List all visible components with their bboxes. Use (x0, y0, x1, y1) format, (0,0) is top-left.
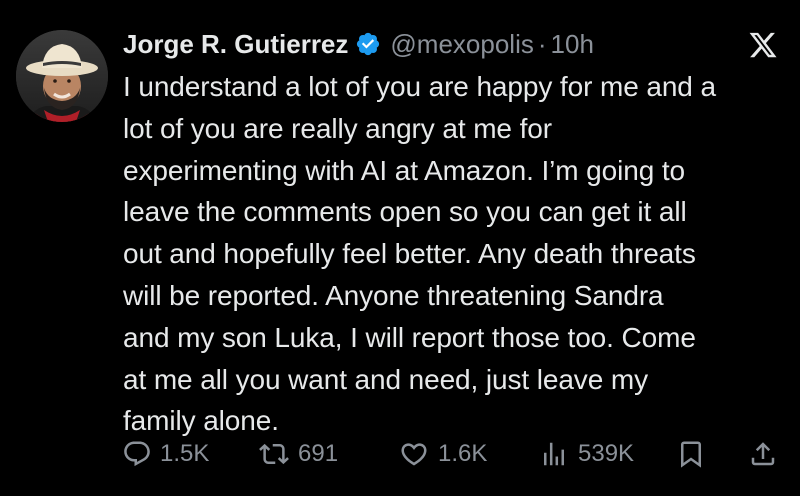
share-button[interactable] (748, 432, 778, 476)
avatar[interactable] (16, 30, 108, 122)
like-button[interactable]: 1.6K (398, 432, 487, 476)
tweet-card[interactable]: Jorge R. Gutierrez @mexopolis · 10h I un… (0, 0, 800, 496)
tweet-text-line: I understand a lot of you are happy for … (123, 71, 716, 102)
views-icon (544, 442, 564, 466)
x-logo-icon (748, 30, 778, 60)
like-count: 1.6K (438, 440, 488, 467)
separator-dot: · (537, 28, 547, 59)
repost-button[interactable]: 691 (258, 432, 338, 476)
heart-icon (401, 443, 427, 466)
reply-button[interactable]: 1.5K (122, 432, 209, 476)
tweet-text: I understand a lot of you are happy for … (123, 66, 791, 442)
reply-count: 1.5K (160, 440, 210, 467)
tweet-text-line: experimenting with AI at Amazon. I’m goi… (123, 154, 686, 186)
tweet-text-line: and my son Luka, I will report those too… (123, 321, 696, 353)
views-button[interactable]: 539K (538, 432, 634, 476)
bookmark-icon (681, 441, 701, 468)
tweet-text-line: at me all you want and need, just leave … (123, 363, 648, 395)
reply-icon (124, 441, 150, 467)
share-icon (751, 442, 775, 466)
verified-badge-icon[interactable] (355, 31, 381, 57)
tweet-text-line: lot of you are really angry at me for (123, 112, 552, 144)
repost-count: 691 (298, 440, 339, 467)
tweet-text-line: will be reported. Anyone threatening San… (123, 279, 664, 311)
repost-icon (259, 443, 289, 465)
bookmark-button[interactable] (676, 432, 706, 476)
author-handle[interactable]: @mexopolis (390, 29, 533, 60)
view-count: 539K (578, 440, 635, 467)
author-name[interactable]: Jorge R. Gutierrez (123, 29, 348, 60)
timestamp[interactable]: 10h (551, 29, 594, 60)
action-bar: 1.5K 691 1.6K 539K (0, 432, 800, 476)
avatar-image (16, 30, 108, 122)
tweet-text-line: out and hopefully feel better. Any death… (123, 238, 696, 270)
tweet-header: Jorge R. Gutierrez @mexopolis · 10h (123, 24, 594, 64)
tweet-text-line: leave the comments open so you can get i… (123, 196, 687, 228)
